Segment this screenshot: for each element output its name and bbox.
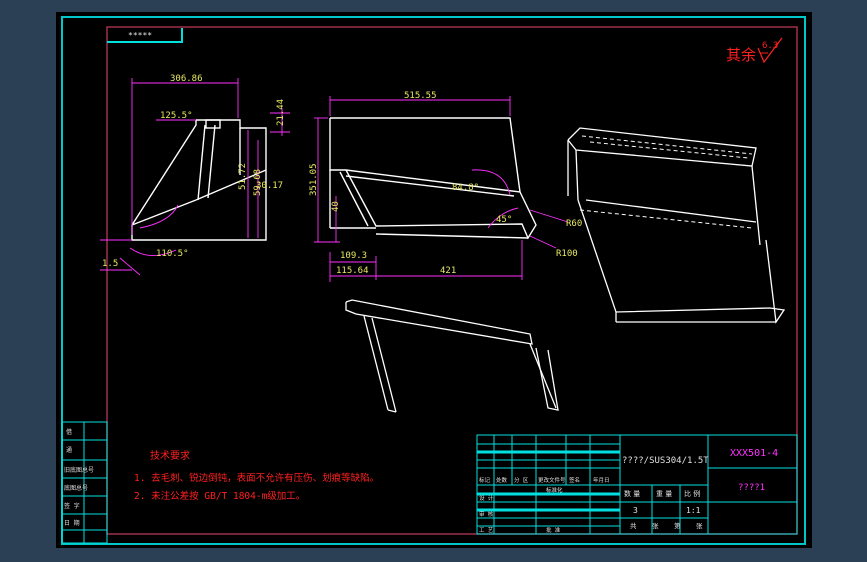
dim-v2-height: 351.05 [309, 163, 319, 196]
tb-material: ????/SUS304/1.5T [622, 456, 709, 466]
dim-v1-offset: 1.5 [102, 259, 118, 269]
corner-tag-text: ***** [128, 31, 152, 40]
dim-v2-height-small: 40 [331, 201, 341, 212]
tb-sheet-4: 张 [696, 521, 703, 530]
dim-v1-height-small: 21.44 [276, 99, 286, 126]
dim-v1-height-a: 51.72 [238, 163, 248, 190]
dim-v1-height-c: 30.17 [256, 181, 283, 191]
dim-v2-len-c: 421 [440, 266, 456, 276]
tb-scale-label: 比 例 [684, 489, 700, 498]
dim-v2-len-a: 109.3 [340, 251, 367, 261]
tb-sheet-3: 第 [674, 521, 681, 530]
side-label-4: 底图总号 [64, 484, 88, 492]
tb-weight-label: 重 量 [656, 490, 672, 498]
dim-v2-radius-a: R60 [566, 219, 582, 229]
tb-row-label-2: 处数 [496, 476, 508, 484]
tb-qty-value: 3 [633, 506, 638, 515]
tb-row-label-6: 年月日 [593, 476, 610, 484]
dim-v1-angle-bottom: 110.5° [156, 249, 189, 259]
tb-approve-label: 批 准 [546, 526, 561, 534]
tb-sheet-1: 共 [630, 521, 637, 530]
tb-std-label: 标准化 [546, 486, 563, 494]
tb-row-label-5: 签名 [569, 476, 580, 484]
side-label-5: 签 字 [64, 502, 80, 510]
tb-left-label-3: 工 艺 [479, 527, 494, 534]
dim-v2-radius-b: R100 [556, 249, 578, 259]
tb-left-label-1: 设 计 [479, 494, 494, 502]
tb-row-label-1: 标记 [479, 476, 491, 484]
cad-drawing-sheet: ***** 其余 6.3 306.86 125.5° 21.44 51.72 5… [56, 12, 812, 548]
tb-scale-value: 1:1 [686, 506, 701, 515]
roughness-label: 其余 [726, 46, 756, 64]
tb-drawing-no: XXX501-4 [730, 448, 778, 459]
tb-qty-label: 数 量 [624, 489, 640, 498]
tb-row-label-3: 分 区 [514, 476, 529, 484]
side-label-1: 借 [66, 428, 72, 436]
tb-row-label-4: 更改文件号 [538, 476, 566, 484]
dim-v2-width: 515.55 [404, 91, 437, 101]
side-label-6: 日 期 [64, 519, 80, 527]
notes-title: 技术要求 [150, 449, 190, 462]
dim-v2-angle-b: 45° [496, 215, 512, 225]
tb-left-label-2: 审 核 [479, 510, 494, 518]
side-label-2: 通 [66, 446, 72, 454]
dim-v1-angle-top: 125.5° [160, 111, 193, 121]
side-label-3: 旧底图总号 [64, 466, 94, 474]
dim-v2-len-b: 115.64 [336, 266, 369, 276]
dim-v2-angle-a: 84.8° [452, 183, 479, 193]
dim-v1-width: 306.86 [170, 74, 203, 84]
notes-line-1: 1. 去毛刺、锐边倒钝，表面不允许有压伤、划痕等缺陷。 [134, 472, 379, 484]
tb-sheet-2: 张 [652, 521, 659, 530]
tb-part-name: ????1 [738, 483, 765, 493]
notes-line-2: 2. 未注公差按 GB/T 1804-m级加工。 [134, 490, 305, 502]
